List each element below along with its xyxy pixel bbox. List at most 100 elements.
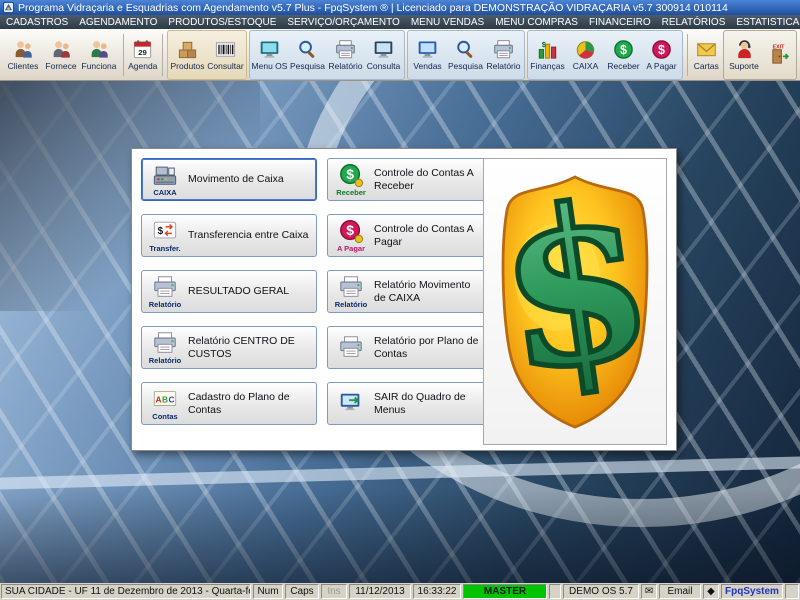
sair-quadro-menus-button[interactable]: SAIR do Quadro de Menus (327, 382, 489, 425)
status-email[interactable]: Email (659, 584, 701, 599)
toolbar-group-financeiro: $ Finanças CAIXA $ Receber $ A Pagar (527, 30, 683, 80)
clients-icon (12, 38, 35, 61)
svg-text:$: $ (346, 222, 354, 238)
toolbar-button-label: Consultar (207, 62, 243, 71)
toolbar-button-pesquisa-os[interactable]: Pesquisa (289, 32, 327, 78)
contas-receber-button[interactable]: $ Receber Controle do Contas A Receber (327, 158, 489, 201)
dialog-icon-label: A Pagar (337, 245, 365, 253)
status-mail-icon: ✉ (641, 584, 657, 599)
toolbar-button-relatorio-vendas[interactable]: Relatório (485, 32, 523, 78)
resultado-geral-button[interactable]: Relatório RESULTADO GERAL (141, 270, 317, 313)
relatorio-movimento-caixa-button[interactable]: Relatório Relatório Movimento de CAIXA (327, 270, 489, 313)
toolbar-button-menu-os[interactable]: Menu OS (251, 32, 289, 78)
status-brand[interactable]: FpqSystem (721, 584, 783, 599)
toolbar-button-label: Funciona (82, 62, 117, 71)
toolbar-button-consultar[interactable]: Consultar (207, 32, 245, 78)
background-bottom-shade (0, 488, 800, 583)
toolbar-button-label: Agenda (128, 62, 157, 71)
exit-button[interactable]: EXIT (763, 32, 795, 78)
title-bar: Programa Vidraçaria e Esquadrias com Age… (0, 0, 800, 15)
toolbar-button-fornecedores[interactable]: Fornece (42, 32, 80, 78)
status-time: 16:33:22 (413, 584, 461, 599)
toolbar-button-label: Receber (607, 62, 639, 71)
relatorio-centro-custos-button[interactable]: Relatório Relatório CENTRO DE CUSTOS (141, 326, 317, 369)
status-location: SUA CIDADE - UF 11 de Dezembro de 2013 -… (1, 584, 251, 599)
toolbar-button-label: Clientes (8, 62, 39, 71)
menu-financeiro[interactable]: FINANCEIRO (589, 17, 651, 28)
dollar-red-icon: $ (338, 218, 364, 244)
toolbar-separator (687, 34, 688, 76)
toolbar-button-label: CAIXA (573, 62, 599, 71)
menu-compras[interactable]: MENU COMPRAS (495, 17, 578, 28)
main-toolbar: Clientes Fornece Funciona 29 Agenda Prod… (0, 29, 800, 81)
finance-menu-dialog: CAIXA Movimento de Caixa $ Receber Contr… (131, 148, 677, 451)
toolbar-button-label: Relatório (486, 62, 520, 71)
dialog-icon-label: Relatório (149, 357, 182, 365)
finance-chart-icon: $ (536, 38, 559, 61)
toolbar-button-funcionarios[interactable]: Funciona (80, 32, 118, 78)
transfer-icon: $ (152, 218, 178, 244)
window-title: Programa Vidraçaria e Esquadrias com Age… (18, 2, 728, 14)
dialog-button-label: Controle do Contas A Receber (374, 167, 484, 191)
desktop-background: CAIXA Movimento de Caixa $ Receber Contr… (0, 81, 800, 583)
toolbar-button-produtos[interactable]: Produtos (169, 32, 207, 78)
toolbar-group-suporte: Suporte EXIT (723, 30, 797, 80)
dialog-button-label: RESULTADO GERAL (188, 285, 312, 297)
svg-text:$: $ (620, 43, 627, 57)
status-spacer (549, 584, 561, 599)
menu-produtos-estoque[interactable]: PRODUTOS/ESTOQUE (168, 17, 276, 28)
envelope-icon (695, 38, 718, 61)
printer-icon (334, 38, 357, 61)
toolbar-button-receber[interactable]: $ Receber (605, 32, 643, 78)
toolbar-button-agenda[interactable]: 29 Agenda (128, 32, 158, 78)
toolbar-button-label: A Pagar (646, 62, 676, 71)
dialog-button-label: SAIR do Quadro de Menus (374, 391, 484, 415)
search-icon (454, 38, 477, 61)
menu-estatistica[interactable]: ESTATISTICA (736, 17, 799, 28)
toolbar-group-os: Menu OS Pesquisa Relatório Consulta (249, 30, 405, 80)
toolbar-separator (123, 34, 124, 76)
menu-servico-orcamento[interactable]: SERVIÇO/ORÇAMENTO (287, 17, 399, 28)
contas-pagar-button[interactable]: $ A Pagar Controle do Contas A Pagar (327, 214, 489, 257)
menu-vendas[interactable]: MENU VENDAS (411, 17, 484, 28)
svg-text:$: $ (487, 166, 663, 422)
menu-bar: CADASTROS AGENDAMENTO PRODUTOS/ESTOQUE S… (0, 15, 800, 29)
toolbar-button-suporte[interactable]: Suporte (725, 32, 763, 78)
toolbar-button-label: Pesquisa (290, 62, 325, 71)
status-filler (785, 584, 799, 599)
menu-cadastros[interactable]: CADASTROS (6, 17, 68, 28)
dialog-button-label: Relatório por Plano de Contas (374, 335, 484, 359)
svg-text:A: A (155, 395, 161, 405)
svg-text:$: $ (542, 40, 547, 49)
relatorio-plano-contas-button[interactable]: Relatório por Plano de Contas (327, 326, 489, 369)
toolbar-button-caixa[interactable]: CAIXA (567, 32, 605, 78)
printer-icon (152, 274, 178, 300)
search-icon (296, 38, 319, 61)
menu-agendamento[interactable]: AGENDAMENTO (79, 17, 157, 28)
products-boxes-icon (176, 38, 199, 61)
toolbar-button-pesquisa-vendas[interactable]: Pesquisa (447, 32, 485, 78)
transferencia-caixa-button[interactable]: $ Transfer. Transferencia entre Caixa (141, 214, 317, 257)
monitor-icon (258, 38, 281, 61)
toolbar-button-a-pagar[interactable]: $ A Pagar (643, 32, 681, 78)
toolbar-button-vendas[interactable]: Vendas (409, 32, 447, 78)
toolbar-button-cartas[interactable]: Cartas (692, 32, 722, 78)
dialog-icon-label: Contas (152, 413, 177, 421)
dialog-button-label: Movimento de Caixa (188, 173, 312, 185)
movimento-caixa-button[interactable]: CAIXA Movimento de Caixa (141, 158, 317, 201)
toolbar-button-financas[interactable]: $ Finanças (529, 32, 567, 78)
svg-text:B: B (162, 395, 168, 405)
dialog-icon-label: CAIXA (153, 189, 176, 197)
status-insert: Ins (321, 584, 347, 599)
exit-door-icon: EXIT (768, 43, 791, 66)
toolbar-button-consulta-os[interactable]: Consulta (365, 32, 403, 78)
menu-relatorios[interactable]: RELATÓRIOS (662, 17, 726, 28)
barcode-icon (214, 38, 237, 61)
svg-text:$: $ (158, 226, 164, 237)
status-brand-icon: ◆ (703, 584, 719, 599)
printer-icon (152, 330, 178, 356)
toolbar-button-relatorio-os[interactable]: Relatório (327, 32, 365, 78)
toolbar-button-clientes[interactable]: Clientes (4, 32, 42, 78)
status-bar: SUA CIDADE - UF 11 de Dezembro de 2013 -… (0, 583, 800, 600)
cadastro-plano-contas-button[interactable]: ABC Contas Cadastro do Plano de Contas (141, 382, 317, 425)
